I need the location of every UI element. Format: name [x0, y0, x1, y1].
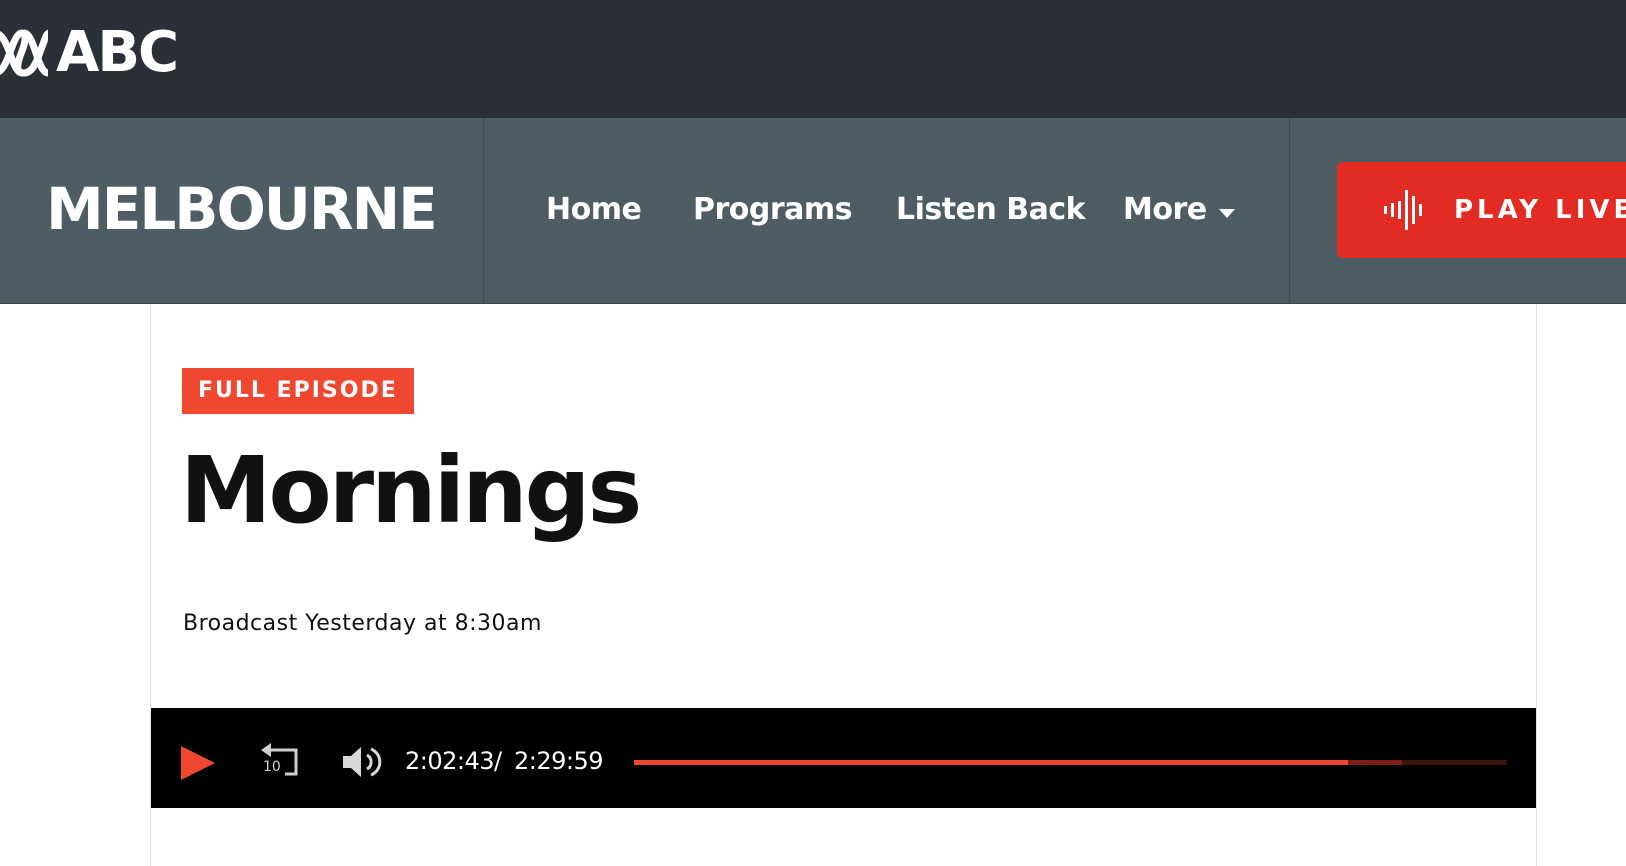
nav-more-dropdown[interactable]: More	[1123, 188, 1235, 232]
episode-title: Mornings	[180, 437, 642, 544]
abc-logo-text: ABC	[56, 20, 179, 85]
waveform-icon	[1384, 190, 1422, 230]
top-bar: ABC	[0, 0, 1626, 118]
nav-divider	[1289, 118, 1290, 304]
nav-divider	[483, 118, 484, 304]
play-icon	[181, 746, 215, 780]
progress-bar	[634, 760, 1349, 765]
nav-home[interactable]: Home	[546, 188, 642, 232]
abc-logo-icon	[0, 29, 48, 77]
progress-track[interactable]	[634, 760, 1507, 765]
chevron-down-icon	[1218, 208, 1235, 218]
nav-listen-back[interactable]: Listen Back	[896, 188, 1086, 232]
station-nav-bar: MELBOURNE Home Programs Listen Back More…	[0, 118, 1626, 304]
station-title[interactable]: MELBOURNE	[46, 172, 438, 246]
volume-button[interactable]	[343, 744, 383, 785]
current-time: 2:02:43	[405, 747, 495, 775]
play-button[interactable]	[181, 746, 215, 785]
nav-programs[interactable]: Programs	[693, 188, 853, 232]
duration: 2:29:59	[514, 747, 604, 775]
nav-more-label: More	[1123, 192, 1207, 227]
play-live-button[interactable]: PLAY LIVE	[1337, 162, 1626, 258]
rewind-10-button[interactable]: 10	[259, 742, 299, 783]
time-separator: /	[494, 747, 502, 775]
play-live-label: PLAY LIVE	[1454, 195, 1626, 225]
broadcast-time: Broadcast Yesterday at 8:30am	[183, 611, 542, 636]
rewind-seconds: 10	[263, 759, 281, 775]
volume-icon	[343, 747, 382, 777]
abc-home-link[interactable]: ABC	[0, 20, 179, 85]
audio-player: 10 2:02:43 / 2:29:59	[151, 708, 1536, 808]
full-episode-badge: FULL EPISODE	[182, 368, 414, 414]
